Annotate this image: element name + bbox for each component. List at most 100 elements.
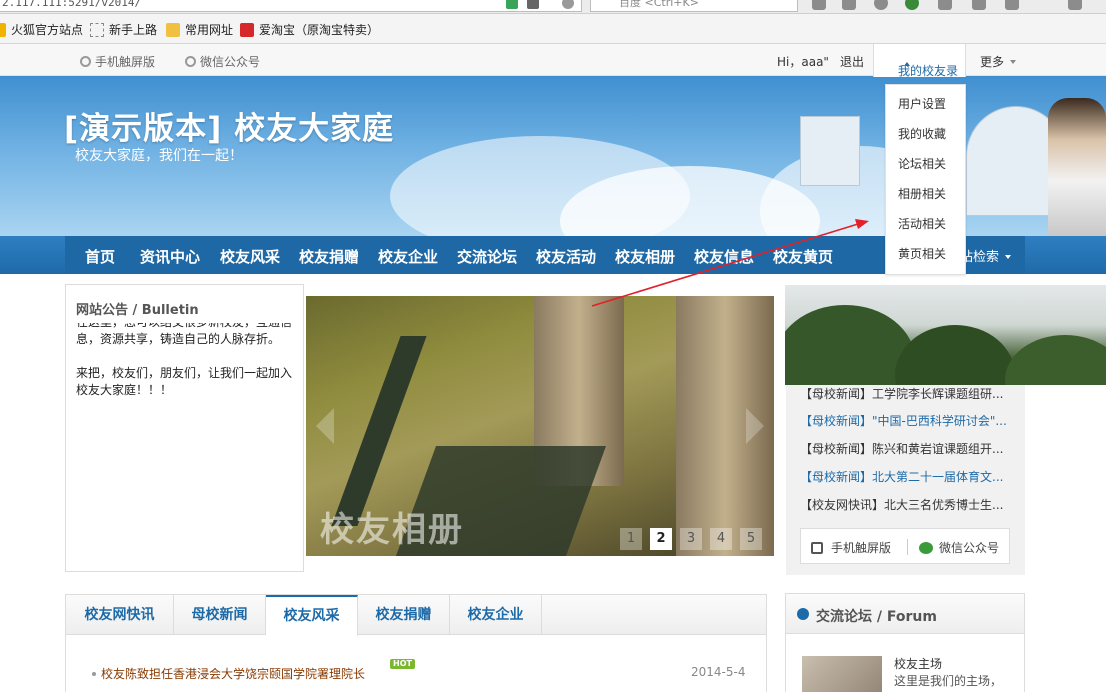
menu-item-favorites[interactable]: 我的收藏 — [898, 125, 946, 142]
menu-item-album[interactable]: 相册相关 — [898, 185, 946, 202]
mobile-link[interactable]: 手机触屏版 — [80, 53, 155, 70]
bulletin-body: 在这里，您可以结交很多新校友，互通信 息，资源共享，铸造自己的人脉存折。 来把，… — [76, 323, 298, 411]
folder-icon — [166, 23, 180, 37]
bullet-icon — [92, 672, 96, 676]
search-placeholder: 百度 <Ctrl+K> — [619, 0, 699, 9]
sync-icon[interactable] — [874, 0, 888, 10]
nav-inner: 首页 资讯中心 校友风采 校友捐赠 校友企业 交流论坛 校友活动 校友相册 校友… — [65, 236, 1025, 274]
right-quick-buttons: 手机触屏版 微信公众号 — [800, 528, 1010, 564]
nav-enterprise[interactable]: 校友企业 — [378, 246, 438, 267]
bookmarks-toolbar: 火狐官方站点 新手上路 常用网址 爱淘宝（原淘宝特卖） — [0, 14, 1106, 44]
address-bar[interactable]: 2.117.111:5291/v2014/ — [0, 0, 582, 12]
overflow-icon[interactable] — [1068, 0, 1082, 10]
search-box[interactable]: 百度 <Ctrl+K> — [590, 0, 798, 12]
wechat-link[interactable]: 微信公众号 — [185, 53, 260, 70]
more-menu[interactable]: 更多 — [980, 53, 1017, 70]
address-text: 2.117.111:5291/v2014/ — [2, 0, 142, 9]
forum-title: 交流论坛 / Forum — [816, 609, 937, 625]
nav-forum[interactable]: 交流论坛 — [457, 246, 517, 267]
mobile-icon — [80, 56, 91, 67]
nav-album[interactable]: 校友相册 — [615, 246, 675, 267]
slide-caption: 校友相册 — [320, 510, 464, 550]
nav-yellowpage[interactable]: 校友黄页 — [773, 246, 833, 267]
slide-page-5[interactable]: 5 — [740, 528, 762, 550]
chevron-down-icon — [1005, 255, 1012, 259]
article-date: 2014-5-4 — [691, 665, 746, 679]
tab-donation[interactable]: 校友捐赠 — [358, 595, 450, 635]
bench-image — [331, 336, 427, 526]
forum-board-name[interactable]: 校友主场 — [894, 655, 942, 672]
menu-item-forum[interactable]: 论坛相关 — [898, 155, 946, 172]
mobile-icon — [811, 542, 823, 554]
bookmark-firefox[interactable]: 火狐官方站点 — [0, 22, 83, 38]
slide-page-4[interactable]: 4 — [710, 528, 732, 550]
chevron-down-icon — [1010, 60, 1017, 64]
next-arrow-icon[interactable] — [746, 408, 764, 444]
bulletin-title: 网站公告 / Bulletin — [76, 303, 199, 318]
prev-arrow-icon[interactable] — [316, 408, 334, 444]
news-item[interactable]: 【母校新闻】北大第二十一届体育文... — [800, 468, 1010, 485]
news-item[interactable]: 【母校新闻】陈兴和黄岩谊课题组开... — [800, 440, 1010, 457]
mobile-button[interactable]: 手机触屏版 — [811, 539, 891, 556]
hot-badge: HOT — [390, 659, 415, 669]
building-image — [800, 116, 860, 186]
nav-activity[interactable]: 校友活动 — [536, 246, 596, 267]
bulletin-line: 校友大家庭！！！ — [76, 383, 173, 397]
tab-enterprise[interactable]: 校友企业 — [450, 595, 542, 635]
addon-icon[interactable] — [905, 0, 919, 10]
article-link[interactable]: 校友陈致担任香港浸会大学饶宗颐国学院署理院长 — [92, 665, 365, 682]
nav-news-center[interactable]: 资讯中心 — [140, 246, 200, 267]
site-title: [演示版本] 校友大家庭 — [64, 111, 395, 147]
right-tree-photo — [785, 285, 1106, 385]
bulletin-panel: 网站公告 / Bulletin 在这里，您可以结交很多新校友，互通信 息，资源共… — [65, 284, 304, 572]
forum-board-desc: 这里是我们的主场， — [894, 674, 1003, 688]
bulletin-line — [76, 348, 298, 365]
menu-icon[interactable] — [1005, 0, 1019, 10]
nav-info[interactable]: 校友信息 — [694, 246, 754, 267]
browser-toolbar: 2.117.111:5291/v2014/ 百度 <Ctrl+K> — [0, 0, 1106, 14]
bookmark-common[interactable]: 常用网址 — [166, 22, 233, 38]
wechat-button[interactable]: 微信公众号 — [919, 539, 999, 556]
bookmark-taobao[interactable]: 爱淘宝（原淘宝特卖） — [240, 22, 379, 38]
qr-icon[interactable] — [527, 0, 539, 9]
screenshot-root: 2.117.111:5291/v2014/ 百度 <Ctrl+K> 火狐官方站点… — [0, 0, 1106, 692]
news-item[interactable]: 【校友网快讯】北大三名优秀博士生... — [800, 496, 1010, 513]
divider — [907, 539, 908, 555]
tab-bar: 校友网快讯 母校新闻 校友风采 校友捐赠 校友企业 — [66, 595, 766, 636]
slide-page-1[interactable]: 1 — [620, 528, 642, 550]
pause-icon[interactable] — [972, 0, 986, 10]
taobao-icon — [240, 23, 254, 37]
my-alumni-menu[interactable]: 我的校友录 — [873, 44, 966, 78]
forum-header: 交流论坛 / Forum — [786, 594, 1024, 634]
forum-thumbnail[interactable] — [802, 656, 882, 692]
star-icon[interactable] — [812, 0, 826, 10]
tab-school-news[interactable]: 母校新闻 — [174, 595, 266, 635]
nav-donation[interactable]: 校友捐赠 — [299, 246, 359, 267]
menu-item-yellowpage[interactable]: 黄页相关 — [898, 245, 946, 262]
news-tabs-panel: 校友网快讯 母校新闻 校友风采 校友捐赠 校友企业 校友陈致担任香港浸会大学饶宗… — [65, 594, 767, 692]
tree-foliage — [895, 325, 1015, 385]
tab-alumni-style[interactable]: 校友风采 — [266, 595, 358, 636]
news-item[interactable]: 【母校新闻】"中国-巴西科学研讨会"... — [800, 412, 1010, 429]
shield-icon[interactable] — [506, 0, 518, 9]
folder-icon — [0, 23, 6, 37]
photo-slideshow[interactable]: 校友相册 1 2 3 4 5 — [306, 296, 774, 556]
menu-item-user-settings[interactable]: 用户设置 — [898, 95, 946, 112]
chevron-up-icon — [904, 62, 910, 66]
bulletin-line: 息，资源共享，铸造自己的人脉存折。 — [76, 332, 281, 346]
wechat-icon — [185, 56, 196, 67]
nav-home[interactable]: 首页 — [85, 246, 115, 267]
forum-panel: 交流论坛 / Forum 校友主场 这里是我们的主场， — [785, 593, 1025, 692]
nav-site-search[interactable]: 站检索 — [960, 246, 1012, 265]
nav-alumni-style[interactable]: 校友风采 — [220, 246, 280, 267]
tree-foliage — [1005, 335, 1106, 385]
slide-page-3[interactable]: 3 — [680, 528, 702, 550]
library-icon[interactable] — [842, 0, 856, 10]
logout-link[interactable]: 退出 — [840, 53, 864, 70]
menu-item-activity[interactable]: 活动相关 — [898, 215, 946, 232]
pocket-icon[interactable] — [938, 0, 952, 10]
slide-page-2[interactable]: 2 — [650, 528, 672, 550]
news-item[interactable]: 【母校新闻】工学院李长辉课题组研... — [800, 385, 1010, 402]
tab-alumni-flash[interactable]: 校友网快讯 — [66, 595, 174, 635]
bookmark-newbie[interactable]: 新手上路 — [90, 22, 157, 38]
